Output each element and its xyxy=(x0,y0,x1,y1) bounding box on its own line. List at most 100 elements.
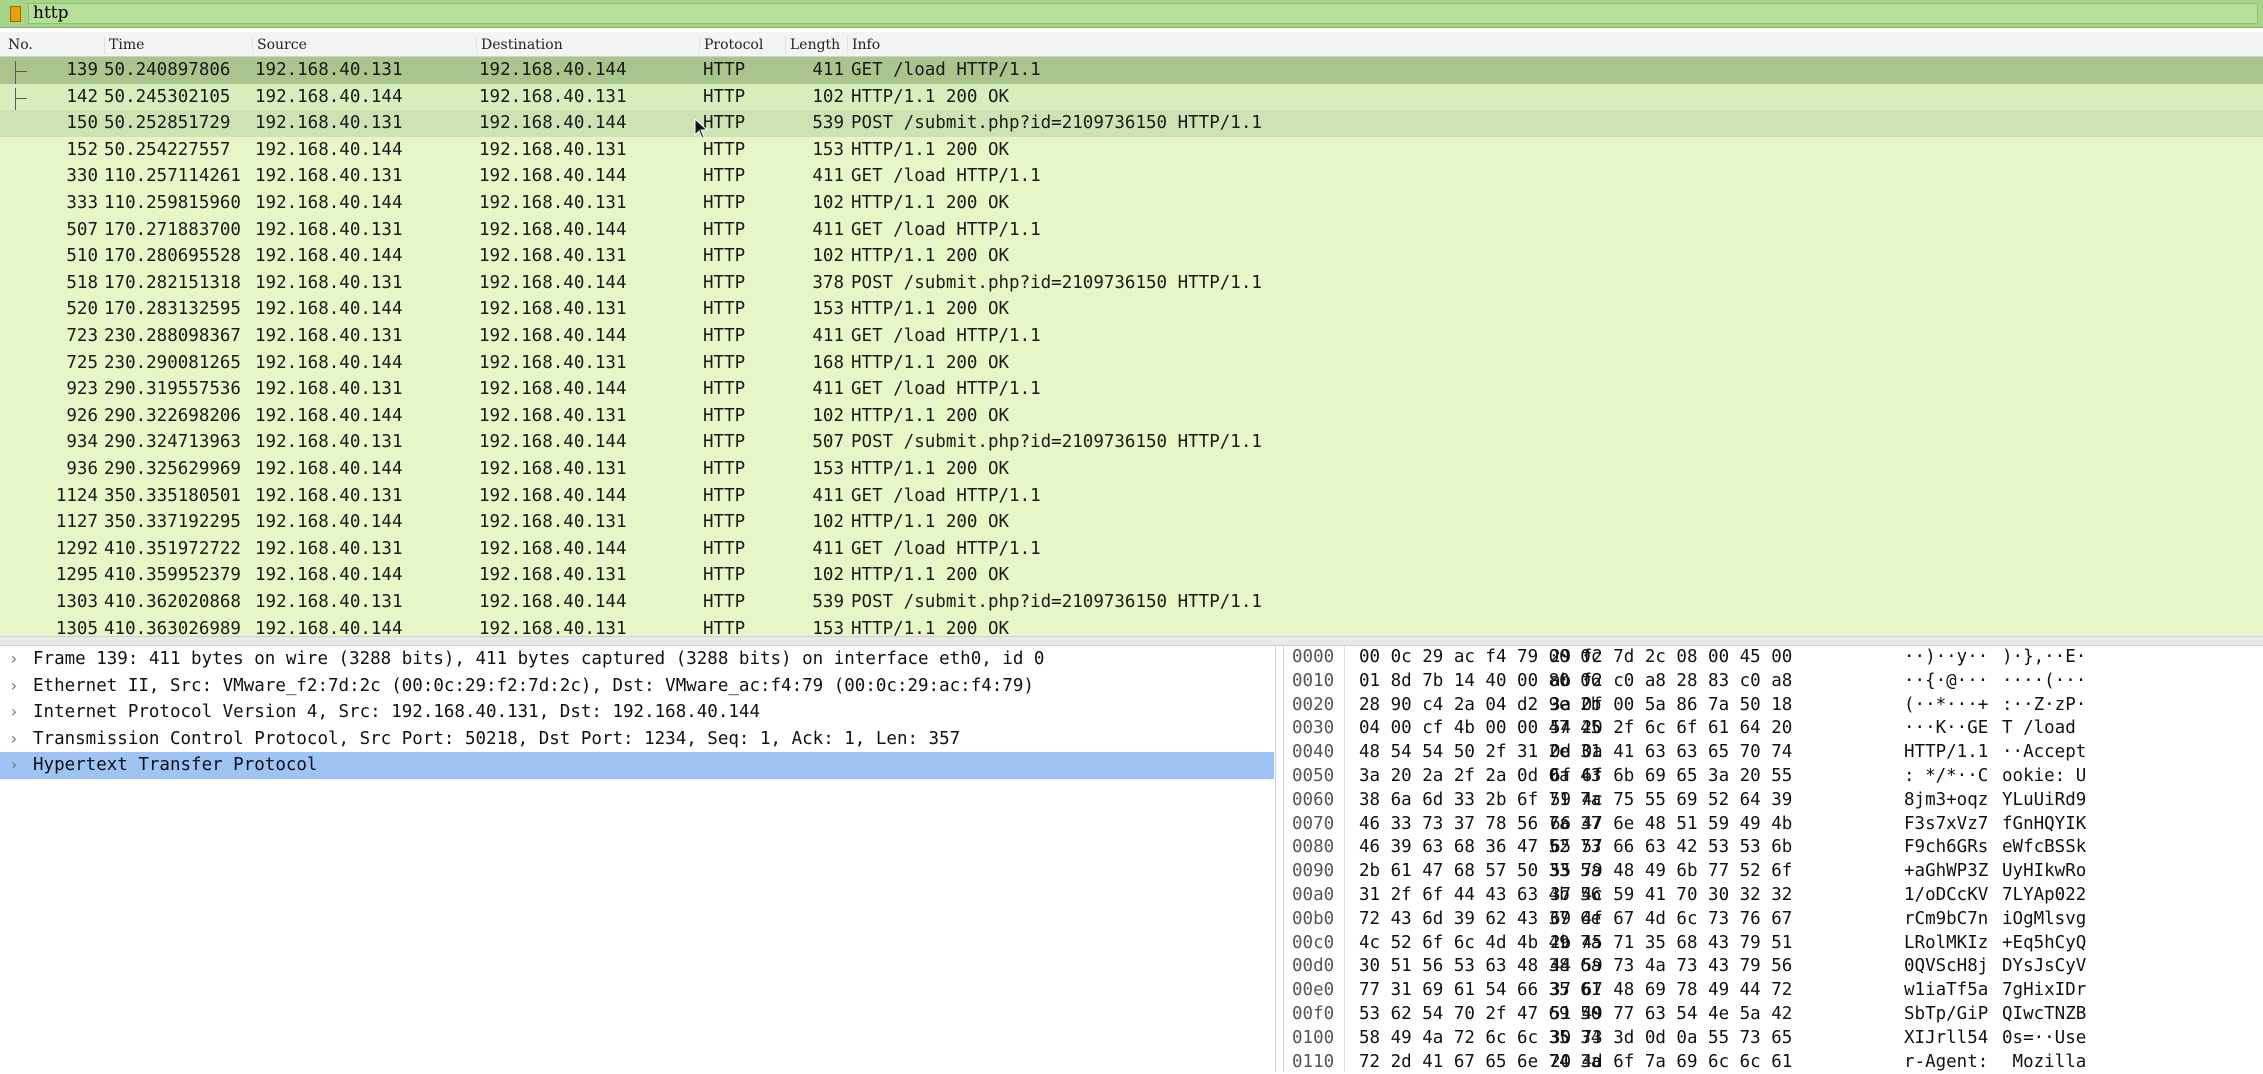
byte-offset: 0030 xyxy=(1292,718,1335,739)
packet-row[interactable]: 507 170.271883700 192.168.40.131 192.168.40… xyxy=(0,217,2263,244)
packet-row[interactable]: 152 50.254227557 192.168.40.144 192.168.40.… xyxy=(0,137,2263,164)
ascii-bytes: w1iaTf5a xyxy=(1904,980,1989,1001)
chevron-right-icon[interactable]: › xyxy=(9,752,23,779)
byte-offset: 0000 xyxy=(1292,647,1335,667)
pane-splitter[interactable] xyxy=(0,636,2263,646)
column-header-time[interactable]: Time xyxy=(104,36,255,54)
ascii-bytes: iOgMlsvg xyxy=(2002,908,2087,929)
packet-row[interactable]: 333 110.259815960 192.168.40.144 192.168.40… xyxy=(0,190,2263,217)
packet-protocol: HTTP xyxy=(703,352,746,373)
filter-bookmark-icon[interactable] xyxy=(10,6,21,22)
chevron-right-icon[interactable]: › xyxy=(9,699,23,726)
detail-tree-item[interactable]: › Hypertext Transfer Protocol xyxy=(0,752,1274,779)
hex-dump-row[interactable]: 0000 00 0c 29 ac f4 79 00 0c 29 f2 7d 2c 0… xyxy=(1284,646,2263,670)
packet-row[interactable]: 923 290.319557536 192.168.40.131 192.168.40… xyxy=(0,376,2263,403)
hex-dump-row[interactable]: 0070 46 33 73 37 78 56 7a 37 66 47 6e 48 5… xyxy=(1284,813,2263,837)
hex-dump-row[interactable]: 0090 2b 61 47 68 57 50 33 5a 55 79 48 49 6… xyxy=(1284,860,2263,884)
ascii-bytes: eWfcBSSk xyxy=(2002,837,2087,858)
packet-source: 192.168.40.131 xyxy=(255,60,403,80)
ascii-bytes: :··Z·zP· xyxy=(2002,694,2087,715)
hex-bytes: 59 4c 75 55 69 52 64 39 xyxy=(1550,789,1793,810)
packet-row[interactable]: 1124 350.335180501 192.168.40.131 192.168.4… xyxy=(0,483,2263,510)
byte-offset: 00c0 xyxy=(1292,932,1335,953)
ascii-bytes: UyHIkwRo xyxy=(2002,861,2087,882)
packet-row[interactable]: 330 110.257114261 192.168.40.131 192.168.40… xyxy=(0,163,2263,190)
byte-offset: 0060 xyxy=(1292,789,1335,810)
hex-dump-row[interactable]: 00e0 77 31 69 61 54 66 35 61 37 67 48 69 7… xyxy=(1284,979,2263,1003)
hex-dump-row[interactable]: 0040 48 54 54 50 2f 31 2e 31 0d 0a 41 63 6… xyxy=(1284,741,2263,765)
detail-tree-item[interactable]: › Transmission Control Protocol, Src Port… xyxy=(0,726,1274,753)
packet-bytes-pane[interactable]: 0000 00 0c 29 ac f4 79 00 0c 29 f2 7d 2c 0… xyxy=(1283,646,2263,1072)
detail-tree-item[interactable]: › Frame 139: 411 bytes on wire (3288 bits… xyxy=(0,646,1274,673)
packet-length: 102 xyxy=(812,405,844,426)
packet-row[interactable]: 725 230.290081265 192.168.40.144 192.168.40… xyxy=(0,350,2263,377)
hex-dump-row[interactable]: 00b0 72 43 6d 39 62 43 37 6e 69 4f 67 4d 6… xyxy=(1284,908,2263,932)
ascii-bytes: ··Accept xyxy=(2002,742,2087,763)
column-header-protocol[interactable]: Protocol xyxy=(699,36,788,54)
column-header-destination[interactable]: Destination xyxy=(476,36,703,54)
hex-dump-row[interactable]: 0020 28 90 c4 2a 04 d2 9e 2b 3a 0f 00 5a 8… xyxy=(1284,694,2263,718)
hex-bytes: 66 47 6e 48 51 59 49 4b xyxy=(1550,813,1793,834)
packet-row[interactable]: 150 50.252851729 192.168.40.131 192.168.40.… xyxy=(0,110,2263,137)
hex-dump-row[interactable]: 00f0 53 62 54 70 2f 47 69 50 51 49 77 63 5… xyxy=(1284,1003,2263,1027)
packet-row[interactable]: 1305 410.363026989 192.168.40.144 192.168.4… xyxy=(0,616,2263,636)
hex-dump-row[interactable]: 00c0 4c 52 6f 6c 4d 4b 49 7a 2b 45 71 35 6… xyxy=(1284,932,2263,956)
packet-no: 518 xyxy=(66,272,98,293)
hex-dump-row[interactable]: 0080 46 39 63 68 36 47 52 73 65 57 66 63 4… xyxy=(1284,836,2263,860)
packet-row[interactable]: 1292 410.351972722 192.168.40.131 192.168.4… xyxy=(0,536,2263,563)
mouse-cursor-icon xyxy=(694,118,709,139)
detail-tree-item[interactable]: › Internet Protocol Version 4, Src: 192.1… xyxy=(0,699,1274,726)
packet-row[interactable]: 142 50.245302105 192.168.40.144 192.168.40.… xyxy=(0,83,2263,114)
hex-dump-row[interactable]: 0010 01 8d 7b 14 40 00 80 06 ab f2 c0 a8 2… xyxy=(1284,670,2263,694)
hex-bytes: 30 73 3d 0d 0a 55 73 65 xyxy=(1550,1027,1793,1048)
hex-dump-row[interactable]: 0100 58 49 4a 72 6c 6c 35 34 30 73 3d 0d 0… xyxy=(1284,1027,2263,1051)
hex-dump-row[interactable]: 0050 3a 20 2a 2f 2a 0d 0a 43 6f 6f 6b 69 6… xyxy=(1284,765,2263,789)
packet-row[interactable]: 1295 410.359952379 192.168.40.144 192.168.4… xyxy=(0,562,2263,589)
chevron-right-icon[interactable]: › xyxy=(9,673,23,700)
packet-row[interactable]: 926 290.322698206 192.168.40.144 192.168.40… xyxy=(0,403,2263,430)
packet-protocol: HTTP xyxy=(703,60,746,80)
column-header-info[interactable]: Info xyxy=(847,36,2252,54)
display-filter-input[interactable]: http xyxy=(28,3,2258,24)
hex-dump-row[interactable]: 00d0 30 51 56 53 63 48 38 6a 44 59 73 4a 7… xyxy=(1284,955,2263,979)
detail-label: Transmission Control Protocol, Src Port:… xyxy=(33,728,961,749)
ascii-bytes: +aGhWP3Z xyxy=(1904,861,1989,882)
packet-source: 192.168.40.144 xyxy=(255,246,403,267)
packet-destination: 192.168.40.144 xyxy=(479,60,627,80)
packet-row[interactable]: 1303 410.362020868 192.168.40.131 192.168.4… xyxy=(0,589,2263,616)
packet-no: 936 xyxy=(66,459,98,479)
packet-protocol: HTTP xyxy=(703,538,746,559)
packet-length: 507 xyxy=(812,432,844,453)
packet-row[interactable]: 1127 350.337192295 192.168.40.144 192.168.4… xyxy=(0,509,2263,536)
chevron-right-icon[interactable]: › xyxy=(9,726,23,753)
ascii-bytes: 1/oDCcKV xyxy=(1904,885,1989,905)
packet-details-pane[interactable]: › Frame 139: 411 bytes on wire (3288 bits… xyxy=(0,646,1276,1072)
column-header-length[interactable]: Length xyxy=(785,36,850,54)
column-header-no[interactable]: No. xyxy=(4,36,106,54)
packet-row[interactable]: 934 290.324713963 192.168.40.131 192.168.40… xyxy=(0,429,2263,456)
packet-no: 507 xyxy=(66,219,98,240)
packet-list[interactable]: 139 50.240897806 192.168.40.131 192.168.40.… xyxy=(0,57,2263,636)
hex-dump-row[interactable]: 00a0 31 2f 6f 44 43 63 4b 56 37 4c 59 41 7… xyxy=(1284,884,2263,908)
packet-row[interactable]: 520 170.283132595 192.168.40.144 192.168.40… xyxy=(0,296,2263,323)
detail-label: Internet Protocol Version 4, Src: 192.16… xyxy=(33,702,760,723)
hex-bytes: 55 79 48 49 6b 77 52 6f xyxy=(1550,861,1793,882)
hex-dump-row[interactable]: 0030 04 00 cf 4b 00 00 47 45 54 20 2f 6c 6… xyxy=(1284,717,2263,741)
packet-no: 510 xyxy=(66,246,98,267)
packet-row[interactable]: 936 290.325629969 192.168.40.144 192.168.40… xyxy=(0,456,2263,483)
packet-row[interactable]: 723 230.288098367 192.168.40.131 192.168.40… xyxy=(0,323,2263,350)
packet-info: HTTP/1.1 200 OK xyxy=(851,86,1010,107)
column-header-source[interactable]: Source xyxy=(252,36,479,54)
packet-info: GET /load HTTP/1.1 xyxy=(851,379,1041,400)
hex-dump-row[interactable]: 0110 72 2d 41 67 65 6e 74 3a 20 4d 6f 7a 6… xyxy=(1284,1051,2263,1074)
packet-row[interactable]: 139 50.240897806 192.168.40.131 192.168.40.… xyxy=(0,57,2263,87)
ascii-bytes: ··{·@··· xyxy=(1904,670,1989,691)
packet-source: 192.168.40.144 xyxy=(255,618,403,636)
packet-row[interactable]: 510 170.280695528 192.168.40.144 192.168.40… xyxy=(0,243,2263,270)
ascii-bytes: DYsJsCyV xyxy=(2002,956,2087,977)
detail-tree-item[interactable]: › Ethernet II, Src: VMware_f2:7d:2c (00:0… xyxy=(0,673,1274,700)
ascii-bytes: ··)··y·· xyxy=(1904,647,1989,667)
packet-row[interactable]: 518 170.282151318 192.168.40.131 192.168.40… xyxy=(0,270,2263,297)
hex-dump-row[interactable]: 0060 38 6a 6d 33 2b 6f 71 7a 59 4c 75 55 6… xyxy=(1284,789,2263,813)
chevron-right-icon[interactable]: › xyxy=(9,646,23,673)
